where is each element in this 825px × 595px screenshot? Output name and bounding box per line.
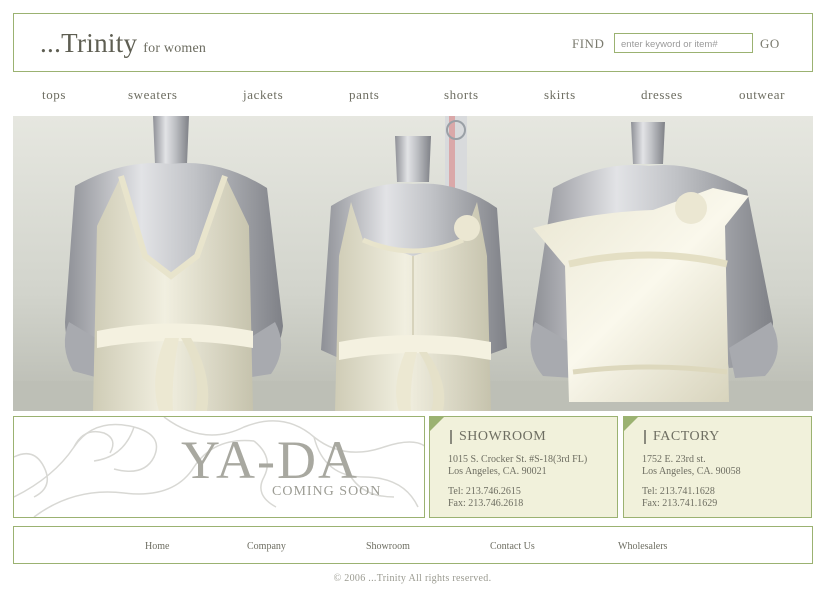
promo-title: YA-DA [181,430,359,490]
footer-nav: Home Company Showroom Contact Us Wholesa… [13,526,813,564]
corner-accent [624,417,638,431]
hero-illustration [13,116,813,411]
go-button[interactable]: GO [760,36,780,52]
nav-item-pants[interactable]: pants [349,87,379,103]
factory-title: FACTORY [644,430,720,444]
hero-image [13,116,813,411]
showroom-address-line1: 1015 S. Crocker St. #S-18(3rd FL) [448,454,588,465]
footer-link-home[interactable]: Home [145,541,169,552]
site-header: ...Trinity for women FIND GO [13,13,813,72]
category-nav: tops sweaters jackets pants shorts skirt… [13,80,813,110]
showroom-card: SHOWROOM 1015 S. Crocker St. #S-18(3rd F… [429,416,618,518]
showroom-tel: Tel: 213.746.2615 [448,486,521,497]
nav-item-jackets[interactable]: jackets [243,87,283,103]
nav-item-tops[interactable]: tops [42,87,66,103]
nav-item-shorts[interactable]: shorts [444,87,479,103]
search-box[interactable] [614,33,753,54]
factory-card: FACTORY 1752 E. 23rd st. Los Angeles, CA… [623,416,812,518]
showroom-fax: Fax: 213.746.2618 [448,498,524,509]
find-label: FIND [572,36,605,51]
footer-link-company[interactable]: Company [247,541,286,552]
logo-text[interactable]: ...Trinity [40,28,137,58]
nav-item-outwear[interactable]: outwear [739,87,785,103]
logo-subtitle: for women [143,41,207,56]
factory-fax: Fax: 213.741.1629 [642,498,718,509]
showroom-address-line2: Los Angeles, CA. 90021 [448,466,547,477]
promo-subtitle: COMING SOON [272,484,382,499]
copyright-text: © 2006 ...Trinity All rights reserved. [333,573,492,584]
nav-item-dresses[interactable]: dresses [641,87,683,103]
search-input[interactable] [615,35,752,54]
footer-link-showroom[interactable]: Showroom [366,541,410,552]
site-logo[interactable]: ...Trinity for women [40,28,206,59]
showroom-title: SHOWROOM [450,430,546,444]
promo-panel[interactable]: YA-DA COMING SOON [13,416,425,518]
corner-accent [430,417,444,431]
factory-address-line2: Los Angeles, CA. 90058 [642,466,741,477]
nav-item-skirts[interactable]: skirts [544,87,576,103]
footer-link-contact-us[interactable]: Contact Us [490,541,535,552]
footer-link-wholesalers[interactable]: Wholesalers [618,541,667,552]
factory-address-line1: 1752 E. 23rd st. [642,454,706,465]
nav-item-sweaters[interactable]: sweaters [128,87,178,103]
factory-tel: Tel: 213.741.1628 [642,486,715,497]
